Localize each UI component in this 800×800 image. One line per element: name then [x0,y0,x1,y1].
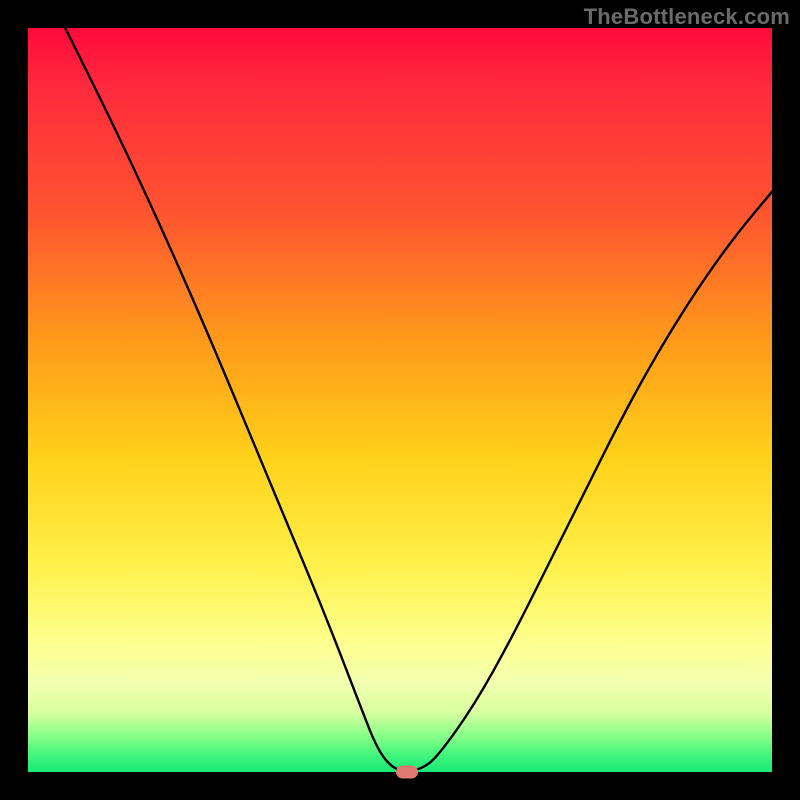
bottleneck-curve [28,28,772,772]
plot-area [28,28,772,772]
chart-frame: TheBottleneck.com [0,0,800,800]
watermark-text: TheBottleneck.com [584,4,790,30]
minimum-marker [396,766,418,779]
